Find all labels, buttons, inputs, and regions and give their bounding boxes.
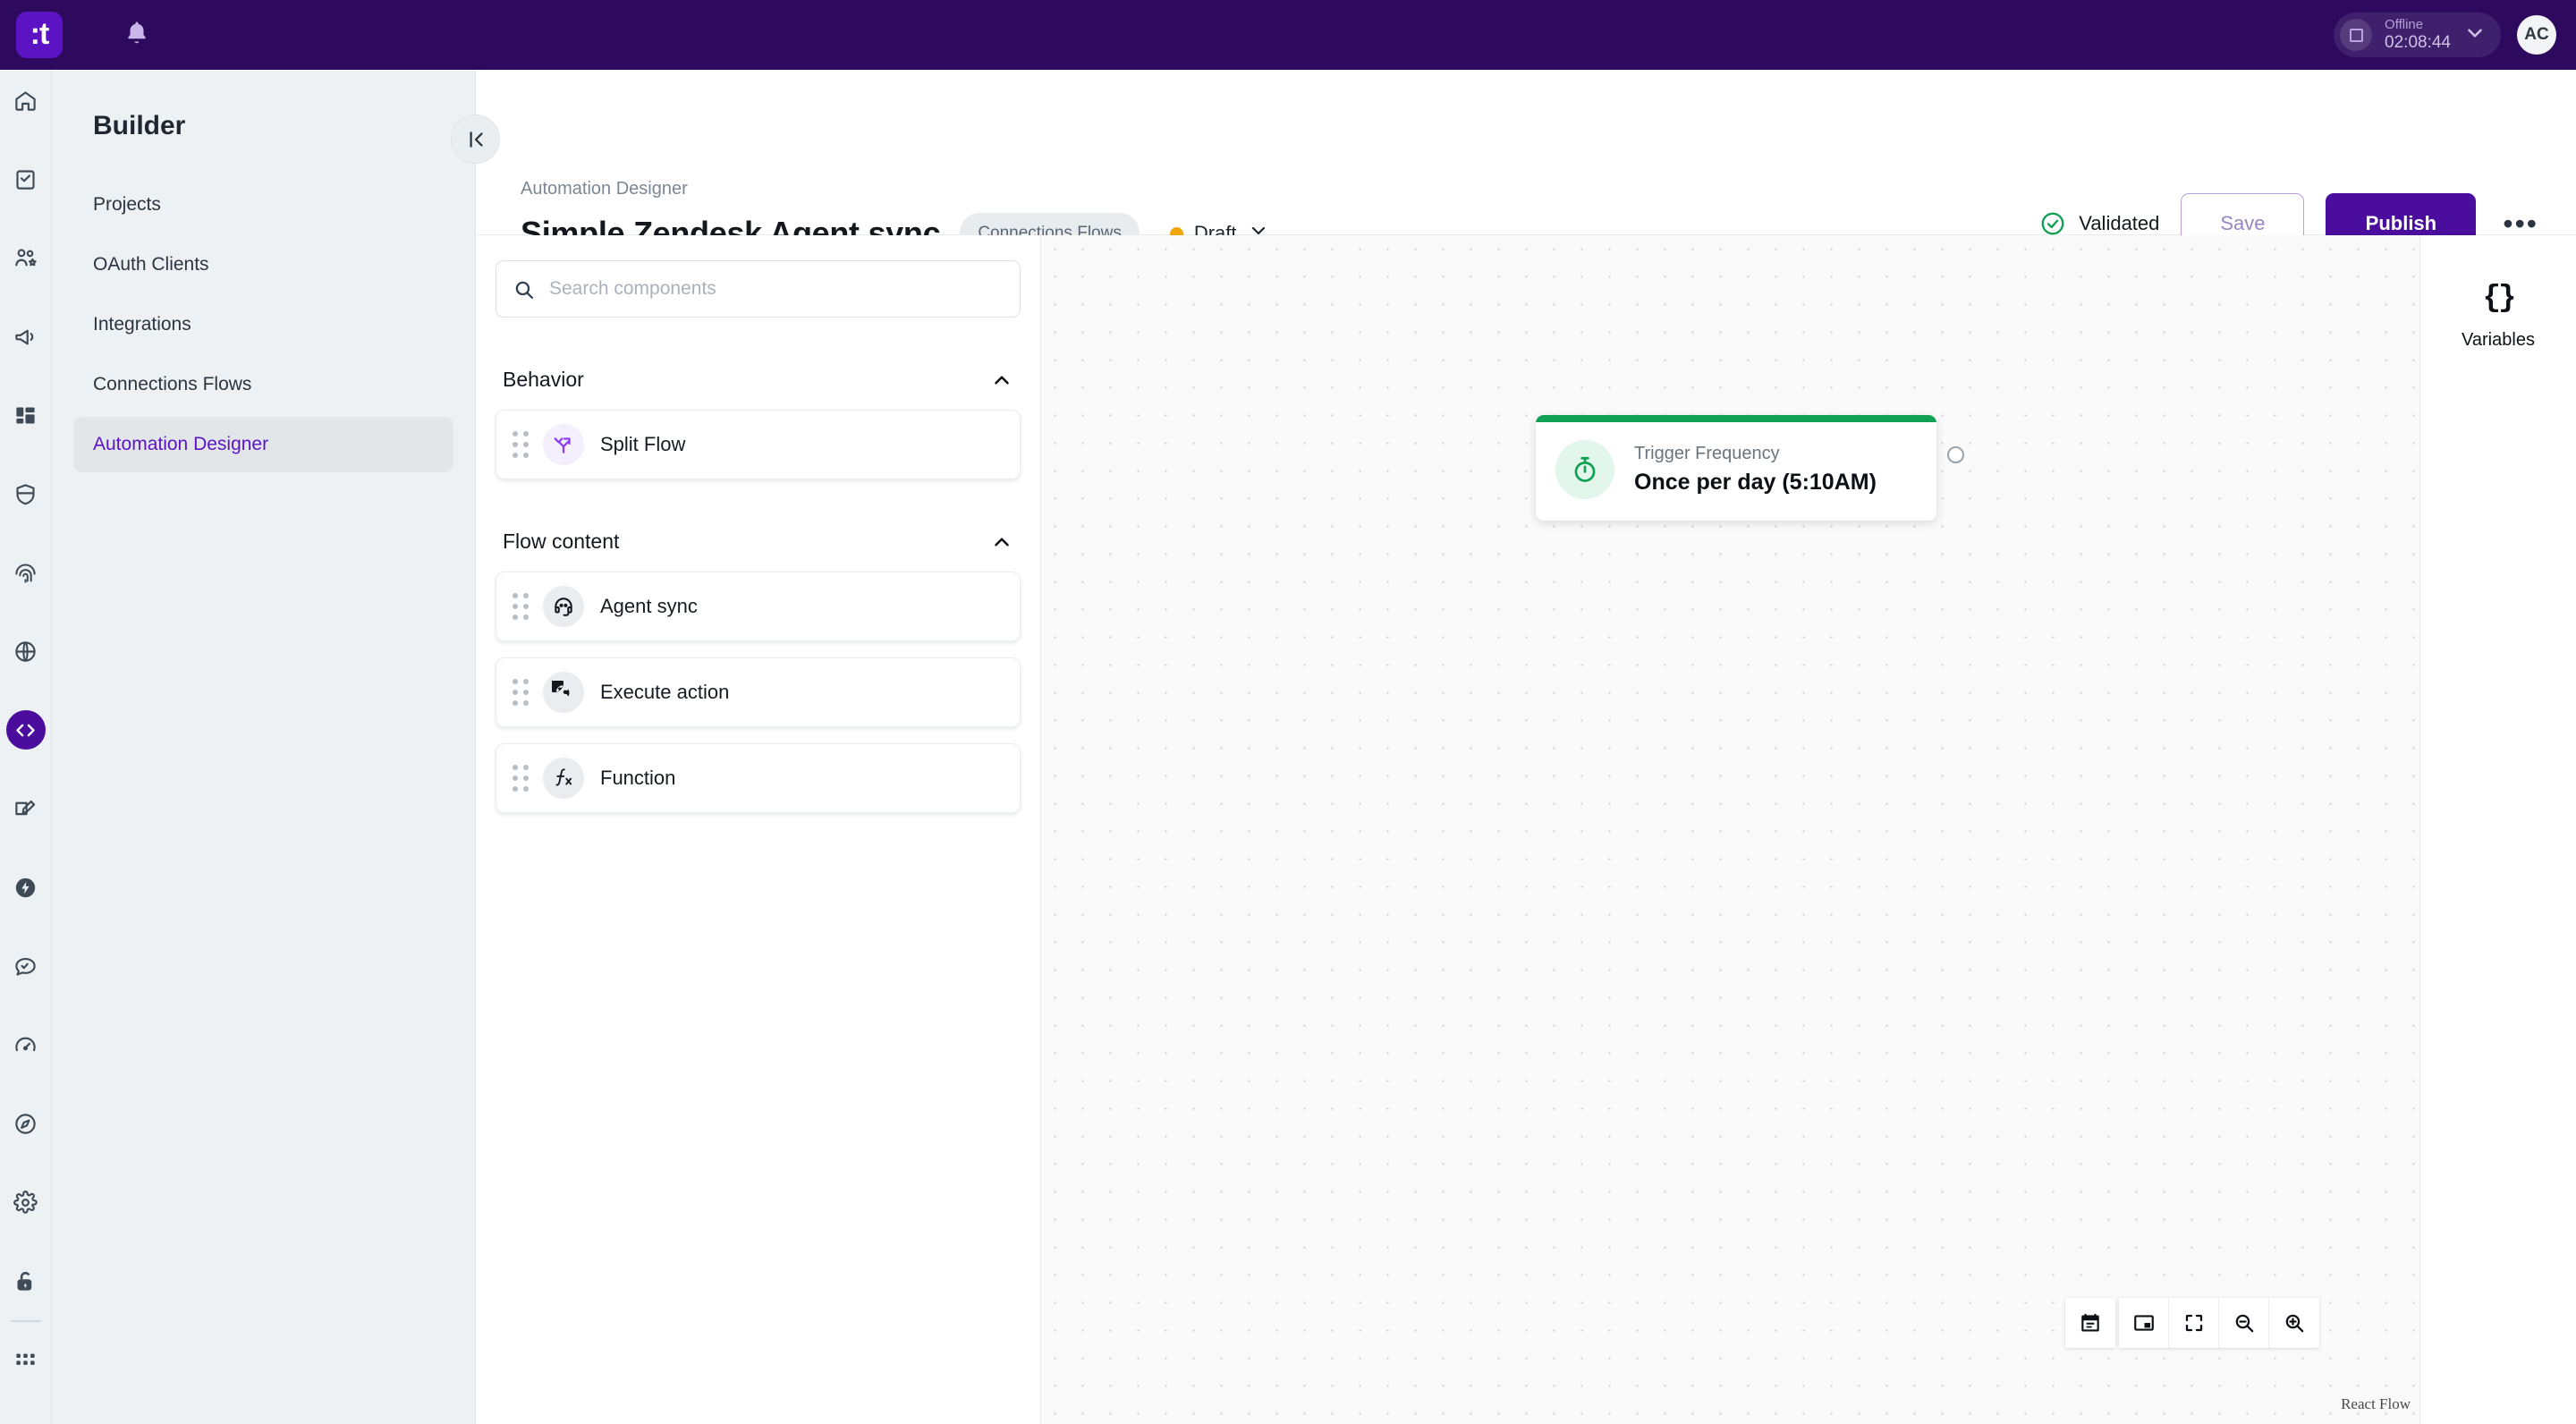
rail-item-analytics[interactable]	[6, 1025, 46, 1064]
avatar[interactable]: AC	[2517, 15, 2556, 55]
rail-item-settings[interactable]	[6, 1182, 46, 1222]
drag-grip-icon[interactable]	[513, 765, 529, 792]
search-components-field[interactable]	[496, 260, 1021, 318]
icon-rail	[0, 70, 52, 1424]
canvas-controls-group-right	[2119, 1298, 2319, 1348]
headset-icon	[543, 586, 584, 627]
notification-bell-icon[interactable]	[123, 20, 150, 51]
variables-label: Variables	[2462, 330, 2535, 350]
sidebar-item-projects[interactable]: Projects	[73, 177, 453, 233]
component-card-agent-sync[interactable]: Agent sync	[496, 572, 1021, 641]
section-header-behavior[interactable]: Behavior	[496, 368, 1021, 392]
brand-logo-icon[interactable]: :t	[16, 12, 63, 58]
component-card-execute-action[interactable]: Execute action	[496, 657, 1021, 727]
sidebar-item-label: OAuth Clients	[93, 254, 209, 275]
rail-item-permissions[interactable]	[6, 1261, 46, 1301]
sidebar-item-label: Projects	[93, 194, 161, 215]
right-panel: {} Variables	[2419, 235, 2576, 1424]
rail-item-automation[interactable]	[6, 868, 46, 907]
variables-button[interactable]: {} Variables	[2420, 282, 2576, 351]
rail-item-home[interactable]	[6, 81, 46, 120]
sidebar-item-label: Connections Flows	[93, 374, 252, 394]
sidebar-item-connections-flows[interactable]: Connections Flows	[73, 357, 453, 412]
chevron-up-icon[interactable]	[990, 369, 1013, 392]
rail-divider	[10, 1320, 41, 1322]
collapse-panel-icon[interactable]	[451, 114, 500, 164]
section-title: Flow content	[503, 530, 620, 553]
sidebar-item-integrations[interactable]: Integrations	[73, 297, 453, 352]
rail-item-tasks[interactable]	[6, 159, 46, 199]
page-title: Builder	[93, 111, 186, 140]
component-card-split-flow[interactable]: Split Flow	[496, 410, 1021, 479]
function-fx-icon	[543, 758, 584, 799]
fit-view-button[interactable]	[2169, 1298, 2219, 1348]
node-label: Trigger Frequency	[1634, 444, 1780, 463]
canvas-controls-group-left	[2065, 1298, 2115, 1348]
globe-icon	[543, 672, 584, 713]
curly-braces-icon: {}	[2482, 282, 2517, 316]
rail-item-identity[interactable]	[6, 553, 46, 592]
avatar-initials: AC	[2524, 25, 2549, 44]
check-circle-icon	[2039, 210, 2066, 237]
chevron-up-icon[interactable]	[990, 530, 1013, 554]
zoom-in-button[interactable]	[2269, 1298, 2319, 1348]
node-output-handle[interactable]	[1947, 446, 1964, 463]
component-label: Split Flow	[600, 433, 686, 455]
rail-item-users[interactable]	[6, 238, 46, 277]
breadcrumb[interactable]: Automation Designer	[521, 179, 688, 199]
component-card-function[interactable]: Function	[496, 743, 1021, 813]
top-bar: :t Offline 02:08:44 AC	[0, 0, 2576, 70]
presence-timer: 02:08:44	[2385, 32, 2451, 52]
drag-grip-icon[interactable]	[513, 679, 529, 706]
component-label: Execute action	[600, 681, 730, 703]
drag-grip-icon[interactable]	[513, 431, 529, 458]
rail-item-explore[interactable]	[6, 1104, 46, 1143]
rail-item-builder[interactable]	[5, 710, 46, 750]
brand-logo-text: :t	[30, 16, 50, 51]
rail-item-security[interactable]	[6, 474, 46, 513]
apps-grid-icon[interactable]	[6, 1342, 46, 1381]
validation-status: Validated	[2039, 210, 2159, 237]
zoom-out-button[interactable]	[2219, 1298, 2269, 1348]
split-flow-icon	[543, 424, 584, 465]
rail-item-web[interactable]	[6, 631, 46, 671]
sidebar-item-label: Integrations	[93, 314, 191, 335]
flow-canvas[interactable]: Trigger Frequency Once per day (5:10AM)	[1041, 235, 2419, 1424]
rail-item-messaging[interactable]	[6, 946, 46, 986]
presence-status-pill[interactable]: Offline 02:08:44	[2334, 13, 2501, 57]
search-icon	[513, 278, 535, 301]
search-input[interactable]	[549, 278, 1004, 300]
sidebar-item-oauth-clients[interactable]: OAuth Clients	[73, 237, 453, 292]
stopwatch-icon	[1555, 440, 1614, 499]
rail-item-editor[interactable]	[6, 789, 46, 828]
node-accent-bar	[1536, 415, 1936, 422]
presence-status-label: Offline	[2385, 17, 2424, 33]
rail-item-dashboard[interactable]	[6, 395, 46, 435]
section-title: Behavior	[503, 368, 584, 391]
node-value: Once per day (5:10AM)	[1634, 470, 1877, 495]
top-bar-right: Offline 02:08:44 AC	[2334, 13, 2556, 57]
trigger-frequency-node[interactable]: Trigger Frequency Once per day (5:10AM)	[1536, 415, 1936, 521]
content-header: Automation Designer Simple Zendesk Agent…	[451, 70, 2576, 254]
drag-grip-icon[interactable]	[513, 593, 529, 620]
toggle-minimap-button[interactable]	[2119, 1298, 2169, 1348]
rail-item-campaigns[interactable]	[6, 317, 46, 356]
component-label: Agent sync	[600, 595, 698, 617]
component-label: Function	[600, 767, 676, 789]
section-header-flow-content[interactable]: Flow content	[496, 530, 1021, 554]
canvas-controls	[2065, 1298, 2319, 1348]
stop-square-icon	[2340, 19, 2373, 51]
builder-sidebar: Builder Projects OAuth Clients Integrati…	[52, 70, 476, 1424]
sidebar-nav: Projects OAuth Clients Integrations Conn…	[73, 177, 453, 472]
react-flow-attribution[interactable]: React Flow	[2341, 1395, 2411, 1413]
validation-label: Validated	[2079, 212, 2160, 234]
chevron-down-icon[interactable]	[2463, 21, 2487, 49]
schedule-button[interactable]	[2065, 1298, 2115, 1348]
sidebar-item-label: Automation Designer	[93, 434, 269, 454]
sidebar-item-automation-designer[interactable]: Automation Designer	[73, 417, 453, 472]
components-panel: Behavior Split Flow Flow content Agent s…	[476, 235, 1041, 1424]
